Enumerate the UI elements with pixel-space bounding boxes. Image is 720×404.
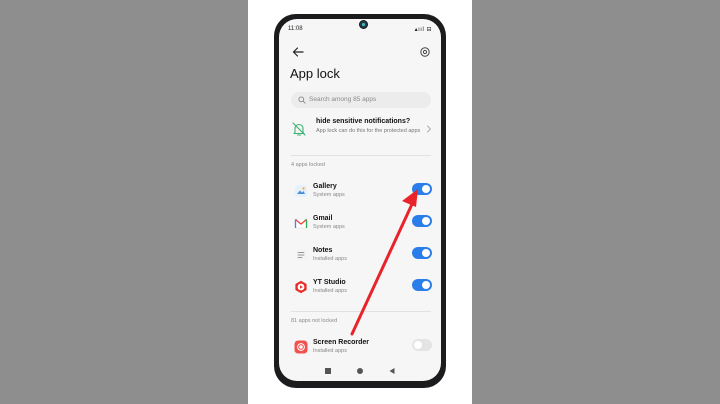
phone-frame: 11:08 ▴ııl ⊟ App lock Search among 85 ap… (274, 14, 446, 388)
app-name: Gallery (313, 183, 337, 190)
lock-toggle-screen-recorder[interactable] (412, 339, 432, 351)
app-name: Screen Recorder (313, 339, 370, 346)
blurred-background-right (472, 0, 720, 404)
status-bar: 11:08 ▴ııl ⊟ (288, 26, 432, 36)
toggle-knob (422, 185, 430, 193)
divider (291, 155, 431, 156)
gear-icon[interactable] (419, 46, 431, 58)
app-category: System apps (313, 224, 345, 230)
status-icons: ▴ııl ⊟ (414, 27, 432, 33)
app-category: System apps (313, 192, 345, 198)
phone-screen: 11:08 ▴ııl ⊟ App lock Search among 85 ap… (279, 19, 441, 381)
arrow-left-icon[interactable] (291, 45, 305, 59)
divider (291, 311, 431, 312)
unlocked-section-label: 81 apps not locked (291, 318, 338, 324)
app-row-gallery[interactable]: Gallery System apps (290, 181, 432, 205)
toggle-knob (422, 249, 430, 257)
lock-toggle-gallery[interactable] (412, 183, 432, 195)
app-name: YT Studio (313, 279, 346, 286)
notice-title: hide sensitive notifications? (316, 118, 411, 125)
notes-icon (295, 249, 307, 261)
home-button[interactable] (357, 368, 363, 374)
app-row-yt-studio[interactable]: YT Studio Installed apps (290, 277, 432, 301)
bell-off-icon (292, 122, 306, 136)
search-placeholder: Search among 85 apps (309, 96, 377, 103)
status-time: 11:08 (288, 26, 303, 32)
lock-toggle-yt-studio[interactable] (412, 279, 432, 291)
gmail-icon (294, 218, 308, 229)
gallery-icon (295, 185, 307, 197)
app-row-screen-recorder[interactable]: Screen Recorder Installed apps (290, 337, 432, 361)
search-icon (298, 96, 306, 104)
page-title: App lock (290, 66, 340, 81)
app-row-gmail[interactable]: Gmail System apps (290, 213, 432, 237)
app-category: Installed apps (313, 256, 347, 262)
app-row-notes[interactable]: Notes Installed apps (290, 245, 432, 269)
app-category: Installed apps (313, 348, 347, 354)
recents-button[interactable] (325, 368, 331, 374)
search-input[interactable]: Search among 85 apps (291, 92, 431, 108)
notice-description: App lock can do this for the protected a… (316, 128, 421, 134)
lock-toggle-gmail[interactable] (412, 215, 432, 227)
nav-back-icon[interactable] (388, 367, 396, 375)
navigation-bar (279, 363, 441, 381)
screen-recorder-icon (294, 340, 308, 354)
notification-suggestion[interactable]: hide sensitive notifications? App lock c… (291, 117, 433, 151)
toggle-knob (414, 341, 422, 349)
app-category: Installed apps (313, 288, 347, 294)
toggle-knob (422, 281, 430, 289)
app-name: Notes (313, 247, 333, 254)
toggle-knob (422, 217, 430, 225)
chevron-right-icon (427, 125, 432, 133)
app-name: Gmail (313, 215, 333, 222)
yt-studio-icon (295, 280, 307, 294)
locked-section-label: 4 apps locked (291, 162, 325, 168)
blurred-background-left (0, 0, 248, 404)
lock-toggle-notes[interactable] (412, 247, 432, 259)
